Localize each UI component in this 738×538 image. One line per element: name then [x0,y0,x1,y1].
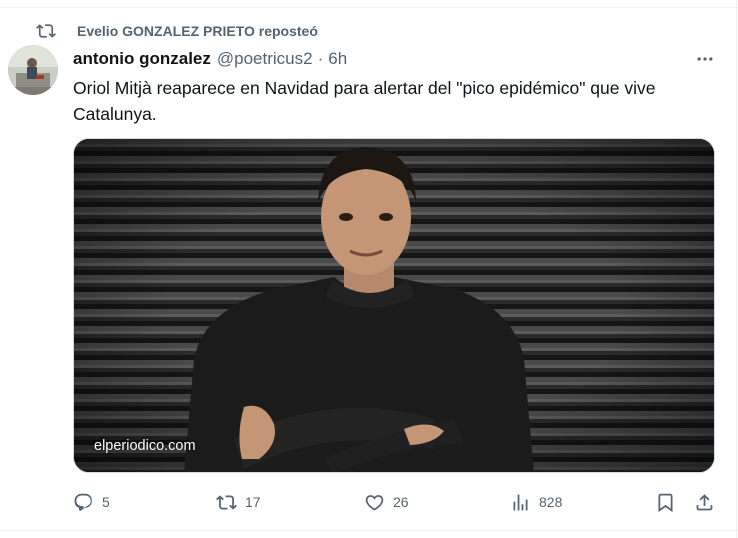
heart-icon [365,494,384,511]
media-card[interactable]: elperiodico.com [73,138,715,473]
author-handle[interactable]: @poetricus2 [217,49,313,69]
article-photo [74,139,714,472]
tweet-card[interactable]: Evelio GONZALEZ PRIETO reposteó antonio … [0,9,738,529]
reply-button[interactable]: 5 [73,487,110,517]
bookmark-button[interactable] [655,487,676,517]
share-button[interactable] [694,487,715,517]
tweet-header: antonio gonzalez @poetricus2 · 6h [73,47,347,71]
more-icon [697,57,713,61]
repost-action-icon [216,494,237,510]
bookmark-icon [658,493,673,512]
separator-dot: · [317,49,324,68]
reply-icon [74,493,92,511]
like-count: 26 [393,494,409,510]
repost-button[interactable]: 17 [216,487,261,517]
tweet-time[interactable]: 6h [328,49,347,69]
views-count: 828 [539,494,563,510]
share-icon [696,493,713,510]
repost-icon [36,24,56,38]
tweet-text: Oriol Mitjà reaparece en Navidad para al… [73,78,656,124]
more-options-button[interactable] [690,47,720,71]
repost-count: 17 [245,494,261,510]
avatar-image [8,45,58,95]
repost-indicator[interactable]: Evelio GONZALEZ PRIETO reposteó [36,21,318,41]
top-divider [0,0,738,8]
avatar[interactable] [8,45,58,95]
author-name[interactable]: antonio gonzalez [73,49,211,69]
media-source-label: elperiodico.com [94,438,196,454]
bottom-divider [0,530,738,531]
tweet-actions: 5 17 26 828 [0,487,738,517]
repost-label[interactable]: Evelio GONZALEZ PRIETO reposteó [77,23,318,39]
views-button[interactable]: 828 [510,487,562,517]
reply-count: 5 [102,494,110,510]
like-button[interactable]: 26 [364,487,409,517]
analytics-icon [513,494,528,510]
